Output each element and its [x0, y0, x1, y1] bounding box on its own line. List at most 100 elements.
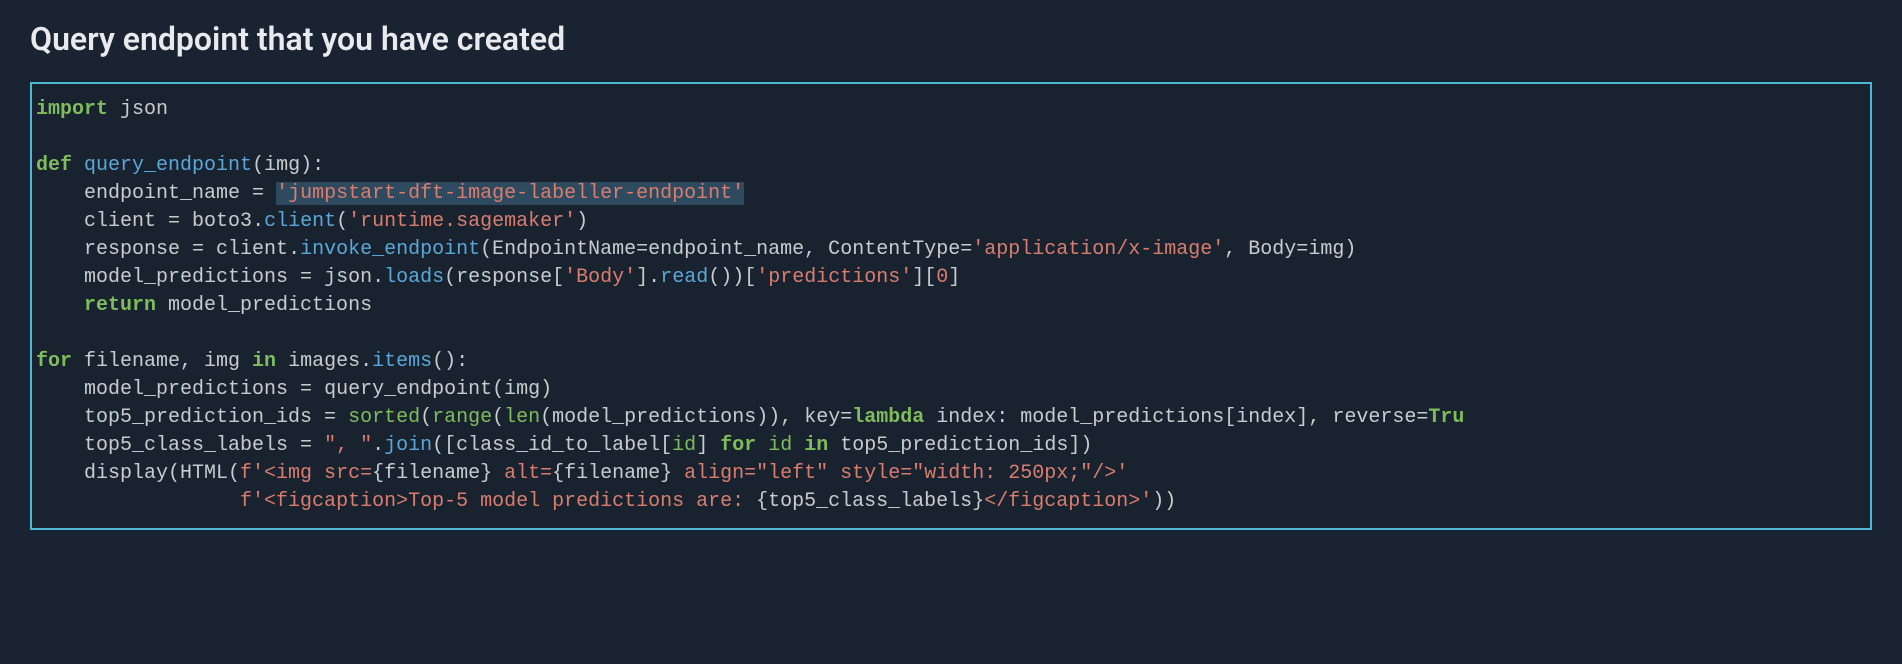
code-token: [36, 490, 240, 513]
code-token: =: [252, 182, 264, 205]
code-token: model_predictions: [36, 378, 300, 401]
code-token: [756, 434, 768, 457]
code-token: client: [264, 210, 336, 233]
code-token: client: [36, 210, 168, 233]
code-token: =: [1296, 238, 1308, 261]
code-token: images: [276, 350, 360, 373]
code-token: query_endpoint(img): [312, 378, 552, 401]
code-token: id: [768, 434, 792, 457]
section-heading: Query endpoint that you have created: [30, 20, 1872, 58]
code-token: =: [840, 406, 852, 429]
code-token: 'application/x-image': [972, 238, 1224, 261]
code-token: =: [960, 238, 972, 261]
code-token: json: [312, 266, 372, 289]
code-token: [336, 406, 348, 429]
code-token: =: [300, 378, 312, 401]
code-token: =: [300, 434, 312, 457]
code-token: ]: [948, 266, 960, 289]
code-token: top5_prediction_ids: [36, 406, 324, 429]
code-token: json: [108, 98, 168, 121]
code-token: filename, img: [72, 350, 252, 373]
code-token: (EndpointName: [480, 238, 636, 261]
code-token: .: [360, 350, 372, 373]
code-token: [312, 434, 324, 457]
code-token: 'runtime.sagemaker': [348, 210, 576, 233]
code-token: ): [576, 210, 588, 233]
code-token: len: [504, 406, 540, 429]
code-token: ())[: [708, 266, 756, 289]
code-token: display(HTML(: [36, 462, 240, 485]
code-token: (img):: [252, 154, 324, 177]
code-token: .: [648, 266, 660, 289]
code-token: model_predictions: [36, 266, 300, 289]
code-token: index: model_predictions[index], reverse: [924, 406, 1416, 429]
code-token: top5_prediction_ids]): [828, 434, 1092, 457]
code-token: join: [384, 434, 432, 457]
code-token: img): [1308, 238, 1356, 261]
code-token: for: [720, 434, 756, 457]
code-token: (: [420, 406, 432, 429]
code-token: response: [36, 238, 192, 261]
code-token: ", ": [324, 434, 372, 457]
code-token: read: [660, 266, 708, 289]
code-token: ][: [912, 266, 936, 289]
code-token: invoke_endpoint: [300, 238, 480, 261]
code-token: 'jumpstart-dft-image-labeller-endpoint': [276, 182, 744, 205]
code-block[interactable]: import json def query_endpoint(img): end…: [30, 82, 1872, 530]
code-token: loads: [384, 266, 444, 289]
code-token: ():: [432, 350, 468, 373]
code-token: =: [636, 238, 648, 261]
code-token: =: [1416, 406, 1428, 429]
code-token: top5_class_labels: [36, 434, 300, 457]
code-token: lambda: [852, 406, 924, 429]
code-token: =: [300, 266, 312, 289]
code-token: alt=: [492, 462, 552, 485]
code-token: in: [252, 350, 276, 373]
code-token: [72, 154, 84, 177]
code-token: in: [804, 434, 828, 457]
code-token: [264, 182, 276, 205]
code-token: .: [288, 238, 300, 261]
code-token: endpoint_name: [36, 182, 252, 205]
code-token: f'<img src=: [240, 462, 372, 485]
code-token: .: [372, 434, 384, 457]
code-token: items: [372, 350, 432, 373]
code-token: 'predictions': [756, 266, 912, 289]
code-token: [792, 434, 804, 457]
code-token: </figcaption>': [984, 490, 1152, 513]
code-token: def: [36, 154, 72, 177]
code-token: (: [336, 210, 348, 233]
code-token: =: [192, 238, 204, 261]
code-token: client: [204, 238, 288, 261]
code-token: align="left" style="width: 250px;"/>': [672, 462, 1128, 485]
code-token: [36, 294, 84, 317]
code-token: 0: [936, 266, 948, 289]
code-token: .: [372, 266, 384, 289]
code-token: , Body: [1224, 238, 1296, 261]
code-token: )): [1152, 490, 1176, 513]
code-token: model_predictions: [156, 294, 372, 317]
code-token: {filename}: [372, 462, 492, 485]
code-token: sorted: [348, 406, 420, 429]
code-token: .: [252, 210, 264, 233]
code-token: =: [168, 210, 180, 233]
code-content: import json def query_endpoint(img): end…: [32, 96, 1870, 516]
code-token: boto3: [180, 210, 252, 233]
code-token: (: [492, 406, 504, 429]
code-token: endpoint_name, ContentType: [648, 238, 960, 261]
code-token: =: [324, 406, 336, 429]
code-token: (response[: [444, 266, 564, 289]
code-token: Tru: [1428, 406, 1464, 429]
code-token: (model_predictions)), key: [540, 406, 840, 429]
code-token: import: [36, 98, 108, 121]
code-token: id: [672, 434, 696, 457]
code-token: ]: [636, 266, 648, 289]
code-token: range: [432, 406, 492, 429]
code-token: 'Body': [564, 266, 636, 289]
code-token: {filename}: [552, 462, 672, 485]
code-token: for: [36, 350, 72, 373]
code-token: query_endpoint: [84, 154, 252, 177]
code-token: f'<figcaption>Top-5 model predictions ar…: [240, 490, 756, 513]
code-token: {top5_class_labels}: [756, 490, 984, 513]
code-token: return: [84, 294, 156, 317]
